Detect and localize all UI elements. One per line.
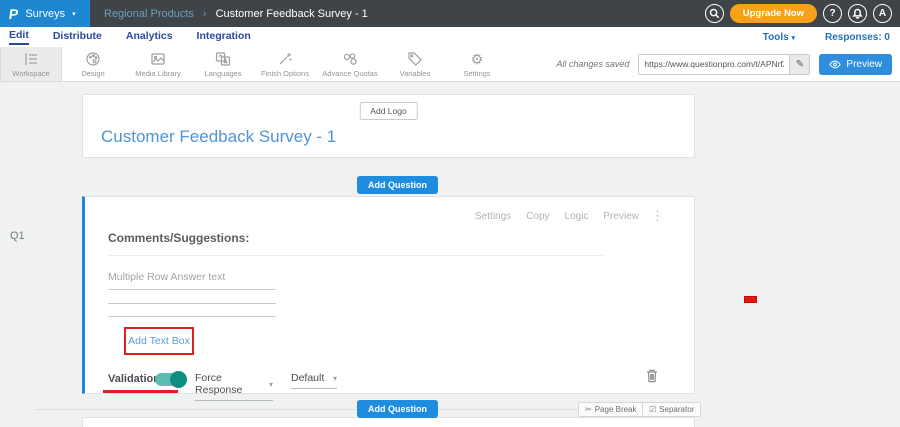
main-nav: Edit Distribute Analytics Integration To… [0, 27, 900, 47]
question-logic-link[interactable]: Logic [565, 211, 589, 222]
search-button[interactable] [705, 4, 724, 23]
tab-analytics[interactable]: Analytics [126, 30, 173, 44]
toolbar-item-settings[interactable]: ⚙ Settings [446, 47, 508, 81]
survey-url-field: ✎ [638, 54, 810, 75]
magic-wand-icon [277, 51, 293, 67]
gear-icon: ⚙ [471, 51, 484, 67]
tab-integration[interactable]: Integration [197, 30, 251, 44]
force-response-dropdown[interactable]: Force Response ▾ [195, 372, 273, 401]
survey-header-card: Add Logo Customer Feedback Survey - 1 [82, 94, 695, 158]
search-icon [709, 8, 720, 19]
annotation-cursor-mark [744, 296, 757, 303]
delete-question-button[interactable] [646, 369, 658, 386]
chevron-down-icon: ▾ [791, 35, 795, 42]
pencil-icon: ✎ [796, 59, 804, 70]
tools-menu[interactable]: Tools ▾ [763, 32, 795, 43]
toolbar-right: All changes saved ✎ Preview [556, 47, 900, 81]
header-actions: Upgrade Now ? A [705, 4, 900, 23]
save-status: All changes saved [556, 59, 629, 69]
surveys-menu[interactable]: P Surveys ▾ [0, 0, 90, 27]
question-text[interactable]: Comments/Suggestions: [108, 231, 249, 245]
scissors-icon: ✂ [585, 405, 592, 414]
questionpro-logo-icon: P [8, 6, 20, 22]
chevron-right-icon: › [203, 8, 207, 20]
add-text-box-link[interactable]: Add Text Box [128, 335, 190, 347]
avatar[interactable]: A [873, 4, 892, 23]
breadcrumb: Regional Products › Customer Feedback Su… [104, 8, 368, 20]
media-image-icon [150, 51, 166, 67]
breadcrumb-current: Customer Feedback Survey - 1 [216, 8, 368, 20]
toggle-knob [170, 371, 187, 388]
checkbox-icon: ☑ [649, 405, 656, 414]
toolbar-item-languages[interactable]: Languages [192, 47, 254, 81]
bell-icon [852, 8, 863, 19]
answer-row-line[interactable] [108, 289, 276, 290]
answer-row-line[interactable] [108, 303, 276, 304]
separator-button[interactable]: ☑ Separator [642, 402, 701, 417]
tab-distribute[interactable]: Distribute [53, 30, 102, 44]
toolbar-item-variables[interactable]: Variables [384, 47, 446, 81]
validation-toggle[interactable] [155, 373, 185, 386]
add-question-button-bottom[interactable]: Add Question [357, 400, 438, 418]
answer-placeholder[interactable]: Multiple Row Answer text [108, 271, 225, 283]
edit-url-button[interactable]: ✎ [789, 54, 809, 75]
annotation-underline [103, 390, 178, 393]
design-palette-icon [85, 51, 101, 67]
preview-button[interactable]: Preview [819, 54, 892, 75]
breadcrumb-parent[interactable]: Regional Products [104, 8, 194, 20]
editor-toolbar: Workspace Design Media Library Languages… [0, 47, 900, 82]
responses-link[interactable]: Responses: 0 [825, 32, 890, 43]
toolbar-item-design[interactable]: Design [62, 47, 124, 81]
toolbar-item-workspace[interactable]: Workspace [0, 47, 62, 81]
toolbar-item-advance-quotas[interactable]: Advance Quotas [316, 47, 384, 81]
annotation-highlight-box: Add Text Box [124, 327, 194, 355]
surveys-menu-label: Surveys [25, 8, 65, 20]
question-number: Q1 [10, 230, 25, 242]
add-question-button-top[interactable]: Add Question [357, 176, 438, 194]
kebab-menu-icon[interactable]: ⋮ [651, 208, 664, 224]
languages-icon [215, 51, 231, 67]
survey-url-input[interactable] [639, 55, 789, 74]
help-button[interactable]: ? [823, 4, 842, 23]
nav-right: Tools ▾ Responses: 0 [763, 32, 900, 43]
trash-icon [646, 369, 658, 383]
tag-icon [407, 51, 423, 67]
survey-title[interactable]: Customer Feedback Survey - 1 [101, 127, 336, 147]
top-header: P Surveys ▾ Regional Products › Customer… [0, 0, 900, 27]
upgrade-now-button[interactable]: Upgrade Now [730, 4, 817, 23]
tab-edit[interactable]: Edit [9, 29, 29, 45]
chain-links-icon [342, 51, 358, 67]
question-preview-link[interactable]: Preview [603, 211, 639, 222]
toolbar-item-finish-options[interactable]: Finish Options [254, 47, 316, 81]
answer-row-line[interactable] [108, 316, 276, 317]
chevron-down-icon: ▾ [333, 374, 337, 383]
chevron-down-icon: ▾ [72, 10, 76, 18]
page-break-button[interactable]: ✂ Page Break [578, 402, 644, 417]
toolbar-item-media-library[interactable]: Media Library [124, 47, 192, 81]
next-question-card-stub [82, 417, 695, 427]
eye-icon [829, 60, 841, 69]
notifications-button[interactable] [848, 4, 867, 23]
question-card: Settings Copy Logic Preview ⋮ Comments/S… [82, 196, 695, 394]
default-option-dropdown[interactable]: Default ▾ [291, 372, 337, 389]
question-copy-link[interactable]: Copy [526, 211, 549, 222]
question-actions: Settings Copy Logic Preview [475, 211, 639, 222]
question-text-underline [108, 255, 603, 256]
add-logo-button[interactable]: Add Logo [359, 102, 417, 120]
workspace-icon [23, 51, 39, 67]
validation-label: Validation [108, 373, 160, 385]
chevron-down-icon: ▾ [269, 380, 273, 389]
question-settings-link[interactable]: Settings [475, 211, 511, 222]
